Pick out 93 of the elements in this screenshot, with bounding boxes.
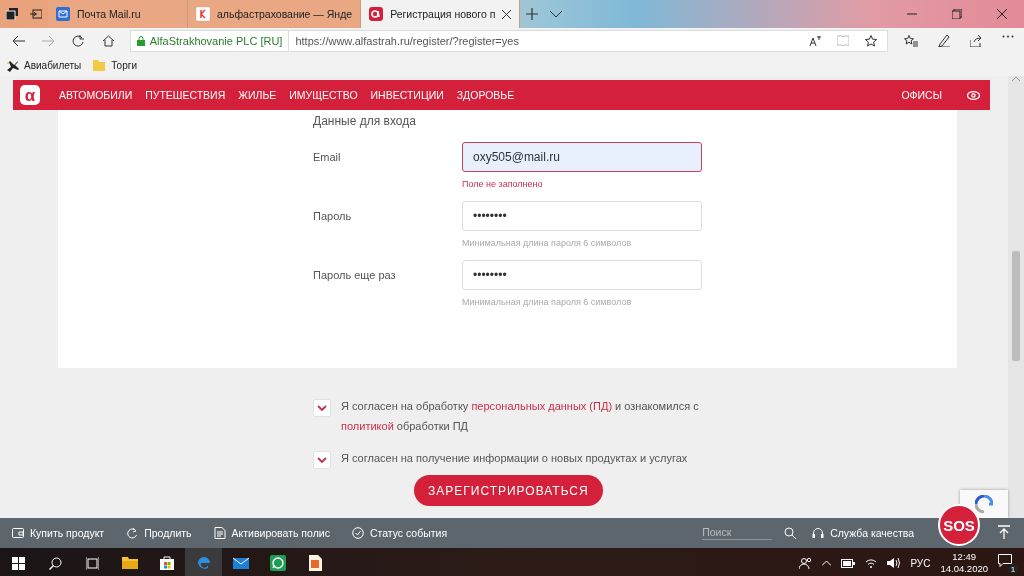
section-title: Данные для входа xyxy=(313,114,417,128)
consent-text: Я согласен на получение информации о новых продуктах и услугах xyxy=(341,451,689,466)
clock-time[interactable]: 12:49 xyxy=(952,551,977,563)
scroll-top-icon[interactable] xyxy=(998,525,1010,539)
battery-icon[interactable] xyxy=(841,558,856,568)
windows-icon[interactable] xyxy=(12,556,25,570)
close-icon[interactable] xyxy=(996,9,1007,19)
link[interactable]: политикой xyxy=(341,420,394,432)
restore-icon[interactable] xyxy=(951,9,962,19)
site-icon xyxy=(196,7,210,21)
lock-icon xyxy=(136,36,145,46)
field-label: Пароль xyxy=(313,209,353,222)
share-icon[interactable] xyxy=(970,35,983,47)
url-text: https://www.alfastrah.ru/register/?register=yes xyxy=(295,35,519,47)
renew-icon xyxy=(126,527,139,539)
toolbar-link[interactable]: Статус события xyxy=(351,527,448,539)
nav-link[interactable]: ПУТЕШЕСТВИЯ xyxy=(145,89,226,101)
chevron-up-icon[interactable] xyxy=(822,560,832,566)
task-view-icon[interactable] xyxy=(86,556,99,570)
field-label: Пароль еще раз xyxy=(313,268,397,281)
hint-text: Минимальная длина пароля 6 символов xyxy=(462,237,633,250)
consent-text: Я согласен на обработку персональных данных (ПД) и ознакомился с политикой обработки ПД xyxy=(341,399,700,434)
plus-icon[interactable] xyxy=(526,8,539,20)
folder-icon xyxy=(93,58,107,72)
checkbox[interactable] xyxy=(313,451,331,469)
volume-icon[interactable] xyxy=(887,558,901,568)
clock-date[interactable]: 14.04.2020 xyxy=(940,563,988,575)
reload-icon[interactable] xyxy=(72,35,86,47)
message-icon xyxy=(998,554,1012,567)
search-icon[interactable] xyxy=(49,556,62,570)
bookmark[interactable]: Авиабилеты xyxy=(6,58,82,72)
link[interactable]: персональных данных (ПД) xyxy=(471,400,613,412)
search-icon[interactable] xyxy=(784,527,797,539)
pen-icon[interactable] xyxy=(938,35,951,47)
close-icon[interactable] xyxy=(502,9,512,19)
doc-icon xyxy=(213,527,226,539)
input-field[interactable]: oxy505@mail.ru xyxy=(462,142,702,172)
scrollbar-thumb[interactable] xyxy=(1012,251,1020,361)
site-identity[interactable]: AlfaStrakhovanie PLC [RU] xyxy=(149,35,283,47)
envelope-icon[interactable] xyxy=(232,555,249,571)
sos-button[interactable]: SOS xyxy=(938,504,980,546)
site-icon xyxy=(56,7,70,21)
chat-bubble-icon[interactable] xyxy=(269,555,286,571)
home-icon[interactable] xyxy=(102,35,116,47)
logo[interactable]: α xyxy=(20,85,40,105)
folder-icon[interactable] xyxy=(121,555,138,571)
nav-link[interactable]: ИНВЕСТИЦИИ xyxy=(370,89,444,101)
scrollbar[interactable] xyxy=(1008,76,1024,518)
nav-link[interactable]: ОФИСЫ xyxy=(901,89,942,101)
nav-link[interactable]: ЗДОРОВЬЕ xyxy=(456,89,515,101)
chevron-down-icon[interactable] xyxy=(550,10,563,18)
address-field[interactable]: AlfaStrakhovanie PLC [RU] https://www.alfastrah.ru/register/?register=yes xyxy=(129,30,889,52)
tab-set-icon[interactable] xyxy=(6,8,18,20)
notifications-button[interactable]: 1 xyxy=(998,554,1016,572)
site-icon xyxy=(369,7,384,21)
star-icon[interactable] xyxy=(865,35,878,47)
toolbar-link[interactable]: Активировать полис xyxy=(213,527,330,539)
favorites-icon[interactable] xyxy=(904,35,919,47)
eye-icon[interactable] xyxy=(967,90,980,100)
wallet-icon xyxy=(12,527,24,539)
checkbox[interactable] xyxy=(313,399,331,417)
input-field[interactable]: •••••••• xyxy=(462,201,702,231)
toolbar-link[interactable]: Купить продукт xyxy=(12,527,105,539)
hint-text: Минимальная длина пароля 6 символов xyxy=(462,296,633,309)
register-button[interactable]: ЗАРЕГИСТРИРОВАТЬСЯ xyxy=(414,475,603,506)
browser-tab[interactable]: альфастрахование — Янде xyxy=(188,0,362,28)
error-message: Поле не заполнено xyxy=(462,178,544,191)
browser-tab[interactable]: Регистрация нового п xyxy=(361,0,521,28)
shopping-bag-icon[interactable] xyxy=(158,555,175,571)
headset-icon xyxy=(812,527,825,539)
tab-preview-icon[interactable] xyxy=(30,9,42,19)
plane-icon xyxy=(6,58,19,72)
nav-link[interactable]: ЖИЛЬЕ xyxy=(238,89,277,101)
check-icon xyxy=(317,456,327,464)
back-icon[interactable] xyxy=(12,35,26,47)
notification-count: 1 xyxy=(1008,564,1018,574)
input-field[interactable]: •••••••• xyxy=(462,260,702,290)
toolbar-link[interactable]: Служба качества xyxy=(812,527,914,539)
more-icon[interactable] xyxy=(1002,35,1015,38)
field-label: Email xyxy=(313,150,342,163)
wifi-icon[interactable] xyxy=(865,558,878,568)
browser-tab[interactable]: Почта Mail.ru xyxy=(48,0,188,28)
check-icon xyxy=(317,404,327,412)
edge-icon[interactable] xyxy=(195,554,212,570)
language-indicator[interactable]: РУС xyxy=(910,557,931,569)
people-icon[interactable] xyxy=(799,557,813,569)
nav-link[interactable]: ИМУЩЕСТВО xyxy=(289,89,358,101)
bookmark[interactable]: Торги xyxy=(93,58,137,72)
document-icon[interactable] xyxy=(306,555,323,571)
read-aloud-icon[interactable] xyxy=(809,35,822,47)
search-field[interactable]: Поиск xyxy=(702,526,773,540)
nav-link[interactable]: АВТОМОБИЛИ xyxy=(59,89,133,101)
toolbar-link[interactable]: Продлить xyxy=(126,527,192,539)
